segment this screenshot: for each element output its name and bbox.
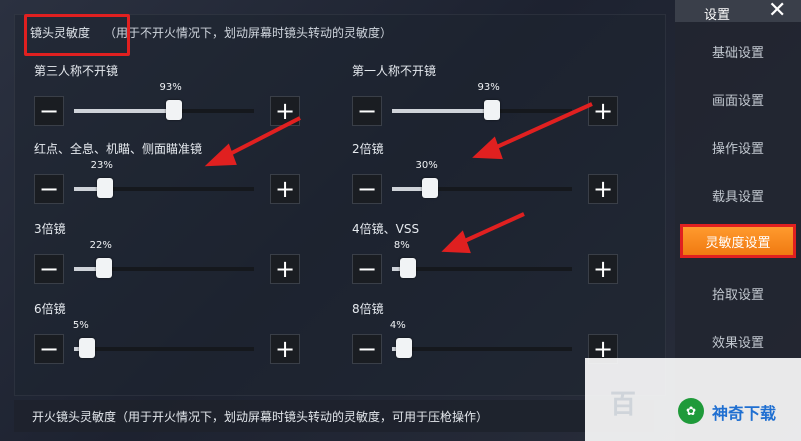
sidebar-item[interactable]: 载具设置	[680, 178, 796, 212]
sidebar-item-label: 载具设置	[711, 189, 764, 205]
sidebar-item[interactable]: 效果设置	[680, 324, 796, 358]
sidebar-item[interactable]: 基础设置	[680, 34, 796, 68]
arrow-line-1	[221, 116, 301, 160]
arrow-line-2	[489, 102, 593, 152]
fire-sensitivity-header: 开火镜头灵敏度（用于开火情况下，划动屏幕时镜头转动的灵敏度，可用于压枪操作）	[14, 400, 654, 432]
sidebar-item[interactable]: 画面设置	[680, 82, 796, 116]
arrow-head-1	[204, 143, 237, 167]
sidebar-title: 设置	[704, 8, 731, 23]
sidebar-item-label: 操作设置	[711, 141, 764, 157]
watermark-brand: 百	[610, 390, 637, 420]
watermark-site-name: 神奇下载	[712, 404, 777, 423]
sidebar-item[interactable]: 操作设置	[680, 130, 796, 164]
arrow-line-3	[457, 212, 525, 246]
sidebar-item-label: 灵敏度设置	[705, 235, 771, 251]
sidebar-item[interactable]: 灵敏度设置	[680, 224, 796, 258]
watermark-logo-icon: ✿	[678, 398, 704, 424]
fire-sensitivity-text: 开火镜头灵敏度（用于开火情况下，划动屏幕时镜头转动的灵敏度，可用于压枪操作）	[32, 409, 489, 424]
sidebar-item-label: 基础设置	[711, 45, 764, 61]
sidebar-item-label: 效果设置	[711, 335, 764, 351]
close-icon[interactable]: ✕	[768, 0, 786, 23]
sidebar-item[interactable]: 拾取设置	[680, 276, 796, 310]
arrow-head-3	[441, 230, 471, 254]
arrow-head-2	[472, 136, 503, 160]
sidebar-item-label: 画面设置	[711, 93, 764, 109]
sidebar-item-label: 拾取设置	[711, 287, 764, 303]
